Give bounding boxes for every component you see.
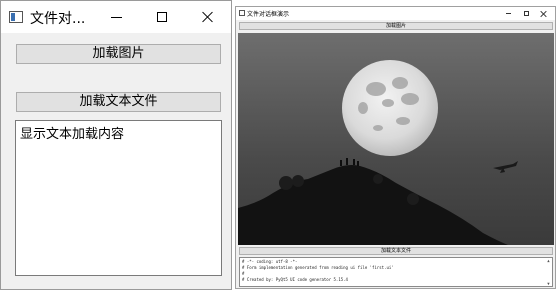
load-image-button[interactable]: 加载图片 [239,22,553,30]
minimize-icon [110,16,122,18]
window-title: 文件对... [30,11,86,27]
text-content: 显示文本加载内容 [20,127,125,142]
minimize-button[interactable] [500,7,516,20]
maximize-icon [523,11,529,16]
scroll-down-arrow[interactable]: ▼ [546,281,551,286]
app-window-icon [9,11,23,23]
maximize-icon [157,12,167,22]
maximize-button[interactable] [518,7,534,20]
loaded-image [238,33,554,245]
text-content-area[interactable]: # -*- coding: utf-8 -*- # Form implement… [239,257,553,287]
title-bar[interactable]: 文件对... [1,1,231,33]
moon-over-hill-image [238,33,554,245]
minimize-button[interactable] [93,1,139,33]
close-button[interactable] [536,7,552,20]
maximize-button[interactable] [139,1,185,33]
title-bar[interactable]: 文件对话框演示 [236,7,555,20]
load-text-file-button[interactable]: 加载文本文件 [16,92,221,112]
close-button[interactable] [185,1,231,33]
app-window-icon [239,10,245,16]
close-icon [541,11,547,17]
load-text-file-button[interactable]: 加载文本文件 [239,247,553,255]
close-icon [202,11,214,23]
file-dialog-window-large: 文件对话框演示 加载图片 加载文本文件 # -*- coding: utf-8 … [235,6,556,289]
window-title: 文件对话框演示 [247,11,290,18]
load-image-button[interactable]: 加载图片 [16,44,221,64]
text-content-area[interactable]: 显示文本加载内容 [15,120,222,276]
minimize-icon [505,13,511,14]
scroll-up-arrow[interactable]: ▲ [546,258,551,263]
file-dialog-window-small: 文件对... 加载图片 加载文本文件 显示文本加载内容 [0,0,232,290]
code-line: # Created by: PyQt5 UI code generator 5.… [242,277,348,282]
